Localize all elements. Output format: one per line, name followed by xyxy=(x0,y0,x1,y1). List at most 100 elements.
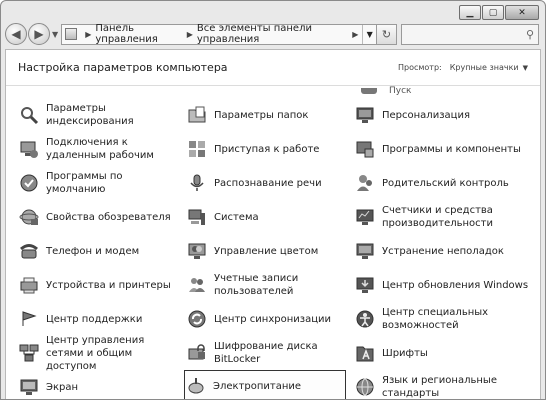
refresh-icon: ↻ xyxy=(381,27,392,41)
back-arrow-icon: ◀ xyxy=(11,27,21,41)
control-panel-window: ▁ ▢ ✕ ◀ ▶ ▼ ▶ Панель управления ▶ Все эл… xyxy=(0,0,546,400)
content-header: Настройка параметров компьютера Просмотр… xyxy=(6,50,540,86)
cp-item-parental-controls[interactable]: Родительский контроль xyxy=(354,166,534,200)
cp-item-region-language[interactable]: Язык и региональные стандарты xyxy=(354,370,534,399)
address-bar[interactable]: ▶ Панель управления ▶ Все элементы панел… xyxy=(61,23,377,45)
cp-item-label: Центр синхронизации xyxy=(214,313,332,325)
cp-item-label: Подключения к удаленным рабочим xyxy=(46,137,154,161)
power-options-icon xyxy=(185,375,207,397)
cp-item-label: Электропитание xyxy=(213,380,302,392)
default-programs-icon xyxy=(18,172,40,194)
cp-item-label: Центр управления сетями и общим доступом xyxy=(46,334,145,372)
cp-item-label: Устранение неполадок xyxy=(382,245,504,257)
cp-item-label: Программы и компоненты xyxy=(382,143,521,155)
close-button[interactable]: ✕ xyxy=(505,5,539,20)
cp-item-troubleshooting[interactable]: Устранение неполадок xyxy=(354,234,534,268)
cp-item-label: Центр обновления Windows xyxy=(382,279,529,291)
remote-connections-icon xyxy=(18,138,40,160)
cp-item-folder-options[interactable]: Параметры папок xyxy=(186,98,346,132)
programs-features-icon xyxy=(354,138,376,160)
cp-item-fonts[interactable]: Шрифты xyxy=(354,336,534,370)
cp-item-system[interactable]: Система xyxy=(186,200,346,234)
page-title: Настройка параметров компьютера xyxy=(18,61,228,74)
cp-item-getting-started[interactable]: Приступая к работе xyxy=(186,132,346,166)
breadcrumb-control-panel[interactable]: Панель управления xyxy=(95,23,182,45)
cp-item-phone-modem[interactable]: Телефон и модем xyxy=(18,234,178,268)
troubleshooting-icon xyxy=(354,240,376,262)
region-language-icon xyxy=(354,376,376,398)
refresh-button[interactable]: ↻ xyxy=(377,23,397,45)
cp-item-label: Центр специальных возможностей xyxy=(382,307,489,331)
cp-item-label: Параметры индексирования xyxy=(46,103,134,127)
start-menu-item-partial[interactable]: Пуск xyxy=(361,86,411,96)
parental-controls-icon xyxy=(354,172,376,194)
address-dropdown-icon[interactable]: ▼ xyxy=(362,24,376,44)
navigation-bar: ◀ ▶ ▼ ▶ Панель управления ▶ Все элементы… xyxy=(5,21,539,47)
control-panel-icon xyxy=(65,28,78,40)
phone-modem-icon xyxy=(18,240,40,262)
cp-item-label: Экран xyxy=(46,381,79,393)
personalization-icon xyxy=(354,104,376,126)
minimize-button[interactable]: ▁ xyxy=(459,5,481,20)
search-icon: ⚲ xyxy=(525,27,534,41)
cp-item-label: Телефон и модем xyxy=(46,245,140,257)
cp-item-label: Свойства обозревателя xyxy=(46,211,171,223)
cp-item-performance[interactable]: Счетчики и средства производительности xyxy=(354,200,534,234)
speech-recognition-icon xyxy=(186,172,208,194)
cp-item-sync-center[interactable]: Центр синхронизации xyxy=(186,302,346,336)
view-dropdown[interactable]: Крупные значки ▼ xyxy=(450,63,528,72)
cp-item-default-programs[interactable]: Программы по умолчанию xyxy=(18,166,178,200)
window-controls: ▁ ▢ ✕ xyxy=(459,5,539,20)
folder-options-icon xyxy=(186,104,208,126)
items-grid: Пуск Параметры индексирования Подключени… xyxy=(6,86,540,399)
cp-item-label: Центр поддержки xyxy=(46,313,143,325)
cp-item-label: Персонализация xyxy=(382,109,470,121)
cp-item-personalization[interactable]: Персонализация xyxy=(354,98,534,132)
start-menu-icon xyxy=(361,88,377,94)
cp-item-label: Устройства и принтеры xyxy=(46,279,171,291)
cp-item-label: Родительский контроль xyxy=(382,177,509,189)
back-button[interactable]: ◀ xyxy=(5,23,27,45)
cp-item-indexing-options[interactable]: Параметры индексирования xyxy=(18,98,178,132)
cp-item-label: Язык и региональные стандарты xyxy=(382,375,497,399)
cp-item-devices-printers[interactable]: Устройства и принтеры xyxy=(18,268,178,302)
color-management-icon xyxy=(186,240,208,262)
breadcrumb-all-items[interactable]: Все элементы панели управления xyxy=(197,23,348,45)
cp-item-display[interactable]: Экран xyxy=(18,370,178,399)
view-label: Просмотр: xyxy=(397,63,442,72)
cp-item-label: Управление цветом xyxy=(214,245,319,257)
cp-item-bitlocker[interactable]: Шифрование диска BitLocker xyxy=(186,336,346,370)
breadcrumb-separator-icon[interactable]: ▶ xyxy=(85,30,91,39)
ease-of-access-icon xyxy=(354,308,376,330)
cp-item-network-center[interactable]: Центр управления сетями и общим доступом xyxy=(18,334,178,372)
forward-arrow-icon: ▶ xyxy=(34,27,44,41)
chevron-down-icon: ▼ xyxy=(522,63,528,72)
cp-item-user-accounts[interactable]: Учетные записи пользователей xyxy=(186,268,346,302)
cp-item-action-center[interactable]: Центр поддержки xyxy=(18,302,178,336)
cp-item-remote-connections[interactable]: Подключения к удаленным рабочим xyxy=(18,132,178,166)
network-center-icon xyxy=(18,342,40,364)
cp-item-programs-features[interactable]: Программы и компоненты xyxy=(354,132,534,166)
cp-item-windows-update[interactable]: Центр обновления Windows xyxy=(354,268,534,302)
devices-printers-icon xyxy=(18,274,40,296)
maximize-button[interactable]: ▢ xyxy=(482,5,504,20)
cp-item-label: Приступая к работе xyxy=(214,143,320,155)
internet-options-icon xyxy=(18,206,40,228)
cp-item-label: Учетные записи пользователей xyxy=(214,273,299,297)
search-input[interactable]: ⚲ xyxy=(401,23,539,45)
forward-button[interactable]: ▶ xyxy=(28,23,50,45)
performance-icon xyxy=(354,206,376,228)
cp-item-power-options[interactable]: Электропитание xyxy=(184,370,346,399)
history-dropdown-icon[interactable]: ▼ xyxy=(52,30,58,39)
cp-item-internet-options[interactable]: Свойства обозревателя xyxy=(18,200,178,234)
action-center-icon xyxy=(18,308,40,330)
cp-item-color-management[interactable]: Управление цветом xyxy=(186,234,346,268)
indexing-icon xyxy=(18,104,40,126)
breadcrumb-separator-icon[interactable]: ▶ xyxy=(352,30,358,39)
content-pane: Настройка параметров компьютера Просмотр… xyxy=(5,49,541,399)
display-icon xyxy=(18,376,40,398)
breadcrumb-separator-icon[interactable]: ▶ xyxy=(187,30,193,39)
cp-item-ease-of-access[interactable]: Центр специальных возможностей xyxy=(354,302,534,336)
cp-item-label: Система xyxy=(214,211,259,223)
cp-item-speech-recognition[interactable]: Распознавание речи xyxy=(186,166,346,200)
